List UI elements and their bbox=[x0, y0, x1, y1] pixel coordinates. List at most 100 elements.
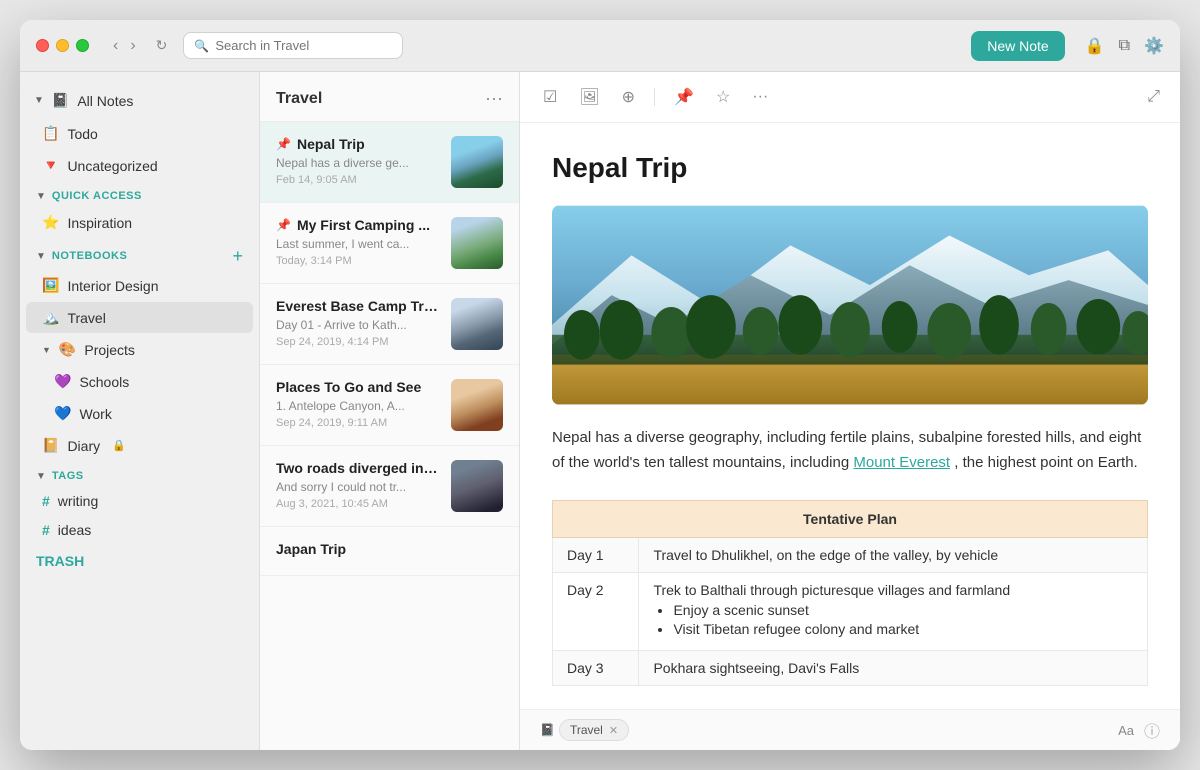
table-day: Day 1 bbox=[553, 537, 639, 572]
new-note-button[interactable]: New Note bbox=[971, 31, 1064, 61]
tag-text: Travel bbox=[570, 723, 603, 737]
title-bar-icons: 🔒 ⧉ ⚙️ bbox=[1085, 36, 1164, 56]
table-activity: Pokhara sightseeing, Davi's Falls bbox=[639, 650, 1148, 685]
nav-buttons: ‹ › bbox=[109, 35, 140, 57]
sidebar-item-travel[interactable]: 🏔️ Travel bbox=[26, 302, 253, 333]
sidebar-item-label: Interior Design bbox=[67, 278, 158, 294]
quick-access-header[interactable]: ▼ QUICK ACCESS bbox=[20, 182, 259, 206]
editor-toolbar: ☑ 🖼 ⊕ 📌 ☆ ··· ⤢ bbox=[520, 72, 1180, 123]
sidebar-item-diary[interactable]: 📔 Diary 🔒 bbox=[26, 430, 253, 461]
sidebar-item-todo[interactable]: 📋 Todo bbox=[26, 118, 253, 149]
tags-label: TAGS bbox=[52, 470, 84, 482]
add-notebook-button[interactable]: + bbox=[232, 247, 243, 265]
sidebar-item-schools[interactable]: 💜 Schools bbox=[26, 366, 253, 397]
sidebar-item-interior-design[interactable]: 🖼️ Interior Design bbox=[26, 270, 253, 301]
note-thumbnail bbox=[451, 298, 503, 350]
font-size-indicator[interactable]: Aa bbox=[1118, 723, 1134, 738]
sidebar-item-label: Projects bbox=[84, 342, 135, 358]
note-card-everest[interactable]: Everest Base Camp Trek Day 01 - Arrive t… bbox=[260, 284, 519, 365]
tag-badge-travel[interactable]: Travel ✕ bbox=[559, 719, 629, 741]
travel-icon: 🏔️ bbox=[42, 309, 59, 326]
search-input[interactable] bbox=[215, 38, 392, 53]
tag-remove-button[interactable]: ✕ bbox=[609, 724, 618, 737]
note-title: Nepal Trip bbox=[297, 136, 365, 152]
note-date: Feb 14, 9:05 AM bbox=[276, 174, 439, 186]
pin-icon: 📌 bbox=[276, 137, 291, 151]
table-day: Day 3 bbox=[553, 650, 639, 685]
note-card-camping[interactable]: 📌 My First Camping ... Last summer, I we… bbox=[260, 203, 519, 284]
note-title: My First Camping ... bbox=[297, 217, 430, 233]
work-icon: 💙 bbox=[54, 405, 71, 422]
table-row: Day 1 Travel to Dhulikhel, on the edge o… bbox=[553, 537, 1148, 572]
todo-icon: 📋 bbox=[42, 125, 59, 142]
note-card-nepal[interactable]: 📌 Nepal Trip Nepal has a diverse ge... F… bbox=[260, 122, 519, 203]
note-card-content: 📌 Nepal Trip Nepal has a diverse ge... F… bbox=[276, 136, 439, 186]
diary-lock-icon: 🔒 bbox=[112, 439, 126, 452]
sidebar-item-uncategorized[interactable]: 🔻 Uncategorized bbox=[26, 150, 253, 181]
sidebar-item-projects[interactable]: ▼ 🎨 Projects bbox=[26, 334, 253, 365]
all-notes-icon: 📓 bbox=[52, 92, 69, 109]
uncategorized-icon: 🔻 bbox=[42, 157, 59, 174]
note-list-more-button[interactable]: ··· bbox=[485, 88, 503, 109]
sidebar-item-inspiration[interactable]: ⭐ Inspiration bbox=[26, 207, 253, 238]
note-thumbnail bbox=[451, 460, 503, 512]
quick-access-label: QUICK ACCESS bbox=[52, 190, 142, 202]
note-card-roads[interactable]: Two roads diverged in ... And sorry I co… bbox=[260, 446, 519, 527]
all-notes-row[interactable]: ▼ 📓 All Notes bbox=[20, 84, 259, 117]
note-thumbnail bbox=[451, 379, 503, 431]
note-date: Sep 24, 2019, 4:14 PM bbox=[276, 336, 439, 348]
back-button[interactable]: ‹ bbox=[109, 35, 122, 57]
note-card-header: Japan Trip bbox=[276, 541, 503, 557]
table-header: Tentative Plan bbox=[553, 500, 1148, 537]
expand-icon[interactable]: ⤢ bbox=[1147, 88, 1160, 106]
note-card-content: Two roads diverged in ... And sorry I co… bbox=[276, 460, 439, 510]
note-thumbnail bbox=[451, 136, 503, 188]
lock-icon[interactable]: 🔒 bbox=[1085, 36, 1105, 56]
note-preview: Nepal has a diverse ge... bbox=[276, 156, 439, 170]
sidebar: ▼ 📓 All Notes 📋 Todo 🔻 Uncategorized ▼ Q… bbox=[20, 72, 260, 750]
minimize-button[interactable] bbox=[56, 39, 69, 52]
sidebar-tag-ideas[interactable]: # ideas bbox=[26, 516, 253, 544]
search-bar: 🔍 bbox=[183, 32, 403, 59]
checkbox-icon[interactable]: ☑ bbox=[540, 84, 560, 110]
maximize-button[interactable] bbox=[76, 39, 89, 52]
editor-content: Nepal Trip bbox=[520, 123, 1180, 709]
settings-icon[interactable]: ⚙️ bbox=[1144, 36, 1164, 56]
note-card-header: 📌 Nepal Trip bbox=[276, 136, 439, 152]
trash-item[interactable]: TRASH bbox=[20, 545, 259, 577]
list-item: Visit Tibetan refugee colony and market bbox=[673, 621, 1133, 637]
note-title-heading: Nepal Trip bbox=[552, 151, 1148, 185]
sidebar-tag-writing[interactable]: # writing bbox=[26, 487, 253, 515]
note-title: Japan Trip bbox=[276, 541, 346, 557]
refresh-button[interactable]: ↻ bbox=[152, 35, 172, 56]
more-icon[interactable]: ··· bbox=[749, 85, 771, 109]
note-body-paragraph: Nepal has a diverse geography, including… bbox=[552, 425, 1148, 476]
image-icon[interactable]: 🖼 bbox=[576, 84, 602, 110]
search-icon: 🔍 bbox=[194, 39, 209, 53]
notebooks-header[interactable]: ▼ NOTEBOOKS + bbox=[20, 239, 259, 269]
tag-label: writing bbox=[58, 493, 98, 509]
note-card-header: Places To Go and See bbox=[276, 379, 439, 395]
info-icon[interactable]: ⓘ bbox=[1144, 718, 1160, 742]
schools-icon: 💜 bbox=[54, 373, 71, 390]
all-notes-chevron: ▼ bbox=[34, 95, 44, 106]
add-icon[interactable]: ⊕ bbox=[619, 84, 638, 110]
note-card-japan[interactable]: Japan Trip bbox=[260, 527, 519, 576]
note-card-content: 📌 My First Camping ... Last summer, I we… bbox=[276, 217, 439, 267]
star-icon[interactable]: ☆ bbox=[713, 84, 733, 110]
mount-everest-link[interactable]: Mount Everest bbox=[853, 454, 950, 471]
note-card-header: 📌 My First Camping ... bbox=[276, 217, 439, 233]
pin-icon[interactable]: 📌 bbox=[671, 84, 697, 110]
note-card-content: Places To Go and See 1. Antelope Canyon,… bbox=[276, 379, 439, 429]
pin-icon: 📌 bbox=[276, 218, 291, 232]
table-activity: Travel to Dhulikhel, on the edge of the … bbox=[639, 537, 1148, 572]
forward-button[interactable]: › bbox=[126, 35, 139, 57]
note-title: Two roads diverged in ... bbox=[276, 460, 439, 476]
note-card-places[interactable]: Places To Go and See 1. Antelope Canyon,… bbox=[260, 365, 519, 446]
tags-header[interactable]: ▼ TAGS bbox=[20, 462, 259, 486]
close-button[interactable] bbox=[36, 39, 49, 52]
note-card-content: Japan Trip bbox=[276, 541, 503, 561]
sidebar-item-work[interactable]: 💙 Work bbox=[26, 398, 253, 429]
projects-icon: 🎨 bbox=[59, 341, 76, 358]
copy-icon[interactable]: ⧉ bbox=[1119, 37, 1130, 55]
